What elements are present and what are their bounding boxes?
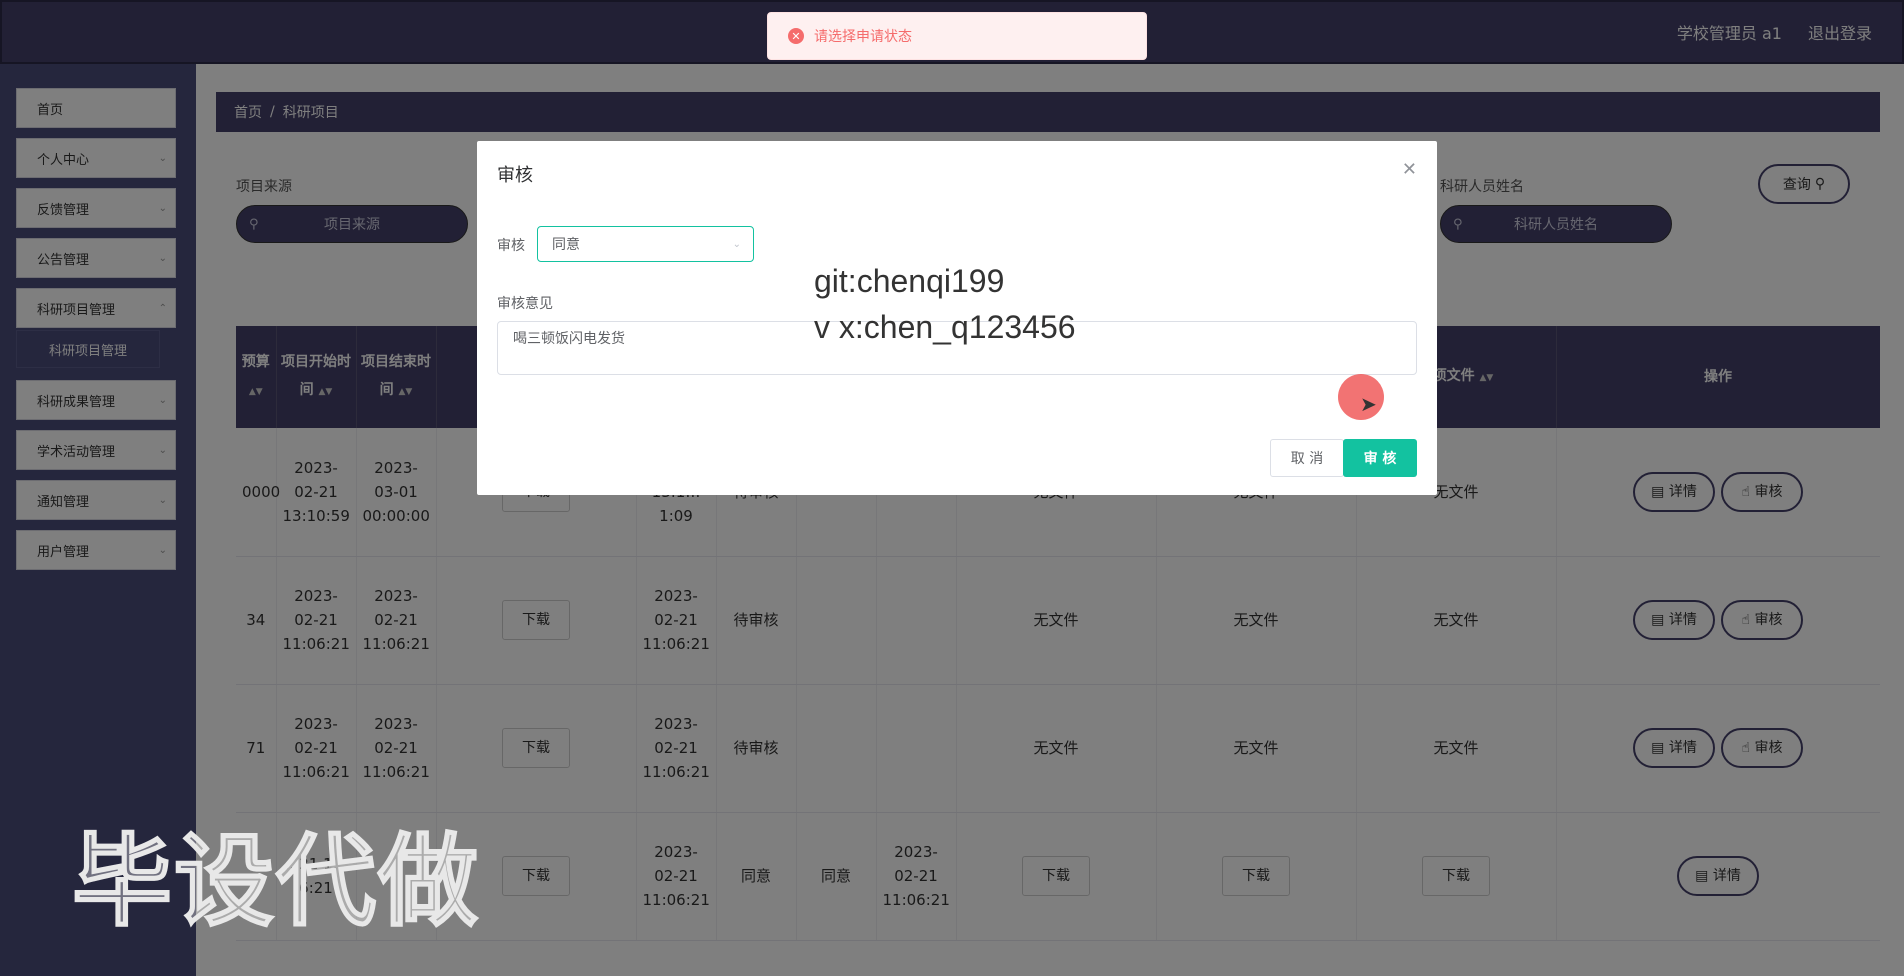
watermark-line1: git:chenqi199 [814, 263, 1005, 299]
status-select[interactable]: 同意 ⌄ [537, 226, 754, 262]
comment-label: 审核意见 [497, 296, 553, 312]
error-icon: ✕ [788, 28, 804, 44]
toast-message: 请选择申请状态 [814, 29, 912, 45]
status-value: 同意 [552, 237, 580, 253]
cursor-icon: ➤ [1360, 392, 1377, 416]
cancel-button[interactable]: 取 消 [1270, 439, 1344, 477]
status-label: 审核 [497, 238, 525, 254]
error-toast: ✕ 请选择申请状态 [767, 12, 1147, 60]
dialog-title: 审核 [497, 165, 533, 186]
cursor-highlight: ➤ [1338, 374, 1384, 420]
watermark-line2: v x:chen_q123456 [814, 309, 1076, 345]
confirm-review-button[interactable]: 审 核 [1343, 439, 1417, 477]
watermark-big: 毕设代做 [71, 822, 480, 941]
chevron-down-icon: ⌄ [732, 238, 741, 250]
close-icon[interactable]: ✕ [1402, 159, 1417, 180]
watermark-contact: git:chenqi199 v x:chen_q123456 [814, 258, 1076, 350]
